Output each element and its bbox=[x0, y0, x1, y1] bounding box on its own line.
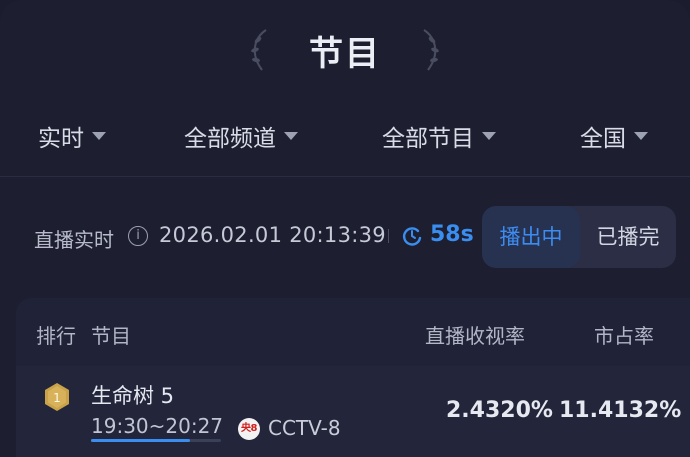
header-program: 节目 bbox=[91, 324, 131, 348]
refresh-icon[interactable] bbox=[401, 225, 423, 247]
chevron-down-icon bbox=[482, 132, 496, 140]
rank-number: 1 bbox=[53, 391, 61, 405]
share-value: 11.4132% bbox=[559, 398, 682, 423]
chevron-down-icon bbox=[284, 132, 298, 140]
page-title: 节目 bbox=[309, 34, 381, 74]
filter-time-label: 实时 bbox=[38, 126, 84, 152]
filter-region-dropdown[interactable]: 全国 bbox=[580, 118, 648, 154]
program-time: 19:30~20:27 bbox=[91, 414, 224, 438]
refresh-countdown: 58s bbox=[430, 222, 474, 247]
program-progress-bar bbox=[91, 439, 221, 442]
tab-finished[interactable]: 已播完 bbox=[580, 206, 676, 268]
info-icon[interactable]: i bbox=[128, 226, 148, 246]
tab-airing[interactable]: 播出中 bbox=[482, 206, 580, 268]
channel-logo: 央8 bbox=[238, 418, 260, 440]
program-name: 生命树 5 bbox=[91, 384, 175, 408]
separator bbox=[388, 229, 389, 243]
program-progress-fill bbox=[91, 439, 190, 442]
filter-program-dropdown[interactable]: 全部节目 bbox=[382, 118, 496, 154]
chevron-down-icon bbox=[634, 132, 648, 140]
filter-channel-dropdown[interactable]: 全部频道 bbox=[184, 118, 298, 154]
header-share[interactable]: 市占率 bbox=[594, 320, 654, 349]
live-label: 直播实时 bbox=[34, 228, 114, 252]
channel-name: CCTV-8 bbox=[268, 416, 341, 440]
filter-region-label: 全国 bbox=[580, 126, 626, 152]
header: 节目 bbox=[0, 0, 690, 100]
filter-channel-label: 全部频道 bbox=[184, 126, 276, 152]
header-rank: 排行 bbox=[36, 324, 76, 348]
filter-time-dropdown[interactable]: 实时 bbox=[38, 118, 106, 154]
timestamp: 2026.02.01 20:13:39 bbox=[159, 223, 386, 247]
ratings-table: 排行 节目 直播收视率 市占率 1 生命树 5 19:30~20:27 央8 C… bbox=[16, 298, 690, 457]
status-row: 直播实时 i 2026.02.01 20:13:39 58s 播出中 已播完 bbox=[0, 206, 690, 268]
filter-bar: 实时 全部频道 全部节目 全国 bbox=[0, 118, 690, 158]
table-row[interactable]: 1 生命树 5 19:30~20:27 央8 CCTV-8 2.4320% 11… bbox=[16, 366, 690, 457]
chevron-down-icon bbox=[92, 132, 106, 140]
gold-medal-icon: 1 bbox=[45, 383, 69, 411]
laurel-right-icon bbox=[423, 29, 439, 71]
ratings-panel: 节目 实时 全部频道 全部节目 全国 直播实时 i 2026.02.01 20: bbox=[0, 0, 690, 457]
divider bbox=[0, 176, 690, 177]
filter-program-label: 全部节目 bbox=[382, 126, 474, 152]
rating-value: 2.4320% bbox=[446, 398, 553, 423]
header-rating[interactable]: 直播收视率 bbox=[425, 320, 525, 349]
broadcast-status-toggle: 播出中 已播完 bbox=[482, 206, 676, 268]
